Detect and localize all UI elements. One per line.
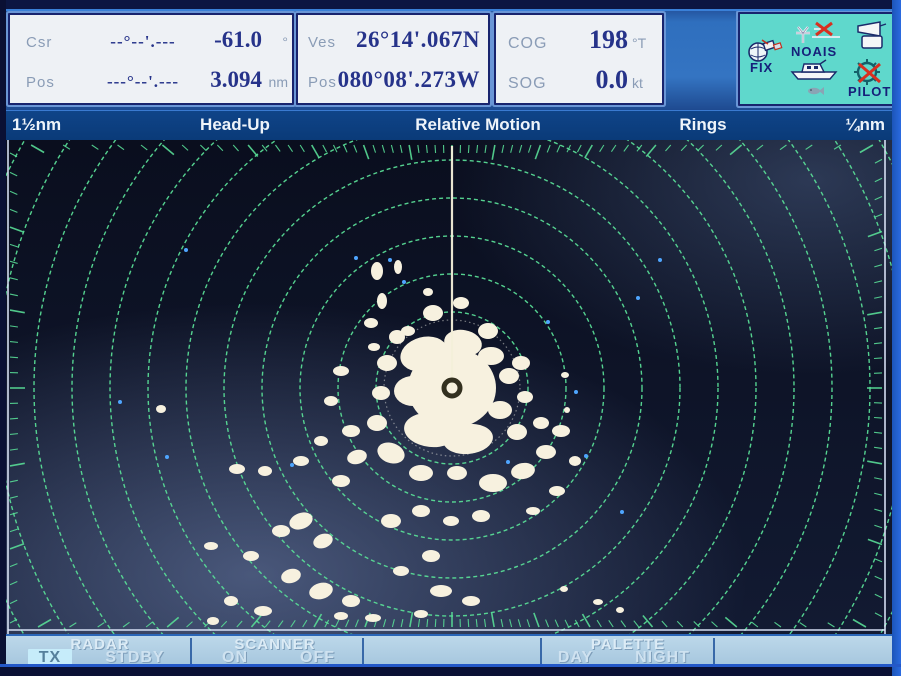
sog-unit: kt xyxy=(628,75,662,91)
bezel-bottom-line xyxy=(0,664,901,667)
ring-interval-value: ¼nm xyxy=(845,115,885,135)
position-label: Pos xyxy=(298,74,338,91)
cursor-lon-value: ---°--'.--- xyxy=(88,72,198,92)
top-data-bar: Csr --°--'.--- -61.0 ° Pos ---°--'.--- 3… xyxy=(0,0,901,110)
vessel-longitude: 080°08'.273W xyxy=(338,67,488,93)
vessel-position-panel: Ves 26°14'.067N Pos 080°08'.273W xyxy=(296,13,490,105)
cursor-range-value: 3.094 xyxy=(198,67,262,93)
vessel-label: Ves xyxy=(298,34,348,51)
cursor-range-row: Pos ---°--'.--- 3.094 nm xyxy=(10,67,292,93)
bezel-left xyxy=(0,0,6,676)
cursor-label: Csr xyxy=(10,34,88,51)
softkey-divider xyxy=(713,638,715,664)
softkey-divider xyxy=(362,638,364,664)
bezel-bottom xyxy=(0,667,901,676)
pilot-label: PILOT xyxy=(848,84,891,99)
cog-value: 198 xyxy=(560,25,628,55)
softkey-divider xyxy=(540,638,542,664)
status-icon-panel: FIX NOAIS xyxy=(738,12,899,106)
cursor-bearing-value: -61.0 xyxy=(198,27,262,53)
motion-mode[interactable]: Relative Motion xyxy=(415,115,541,135)
softkey-divider xyxy=(190,638,192,664)
bezel-top-highlight xyxy=(0,9,901,11)
cursor-data-panel: Csr --°--'.--- -61.0 ° Pos ---°--'.--- 3… xyxy=(8,13,294,105)
radar-ppi-canvas[interactable] xyxy=(0,140,901,634)
cog-label: COG xyxy=(496,35,560,53)
cursor-bearing-unit: ° xyxy=(262,34,288,50)
fix-label: FIX xyxy=(750,60,773,75)
bezel-right xyxy=(892,0,901,676)
rings-label[interactable]: Rings xyxy=(679,115,726,135)
vessel-latitude: 26°14'.067N xyxy=(348,27,488,53)
mode-bar: 1½nm Head-Up Relative Motion Rings ¼nm xyxy=(0,110,901,141)
fish-icon xyxy=(806,85,824,97)
cursor-pos-label: Pos xyxy=(10,74,88,91)
vessel-icon[interactable] xyxy=(790,58,838,82)
vessel-lat-row: Ves 26°14'.067N xyxy=(298,27,488,53)
sog-row: SOG 0.0 kt xyxy=(496,65,662,95)
cursor-range-unit: nm xyxy=(262,74,288,90)
radar-display-screen: Csr --°--'.--- -61.0 ° Pos ---°--'.--- 3… xyxy=(0,0,901,676)
orientation-mode[interactable]: Head-Up xyxy=(200,115,270,135)
cog-row: COG 198 °T xyxy=(496,25,662,55)
vessel-lon-row: Pos 080°08'.273W xyxy=(298,67,488,93)
cursor-lat-value: --°--'.--- xyxy=(88,32,198,52)
radar-ppi-area[interactable] xyxy=(0,140,901,634)
cursor-bearing-row: Csr --°--'.--- -61.0 ° xyxy=(10,27,292,53)
sog-label: SOG xyxy=(496,75,560,93)
cog-unit: °T xyxy=(628,35,662,51)
no-ais-label: NOAIS xyxy=(791,44,837,59)
loudhailer-icon[interactable] xyxy=(854,20,890,56)
sog-value: 0.0 xyxy=(560,65,628,95)
no-ais-icon[interactable] xyxy=(792,19,844,46)
cog-sog-panel: COG 198 °T SOG 0.0 kt xyxy=(494,13,664,105)
range-value[interactable]: 1½nm xyxy=(12,115,61,135)
softkey-bar: RADAR TX STDBY SCANNER ON OFF PALETTE DA… xyxy=(0,634,901,666)
